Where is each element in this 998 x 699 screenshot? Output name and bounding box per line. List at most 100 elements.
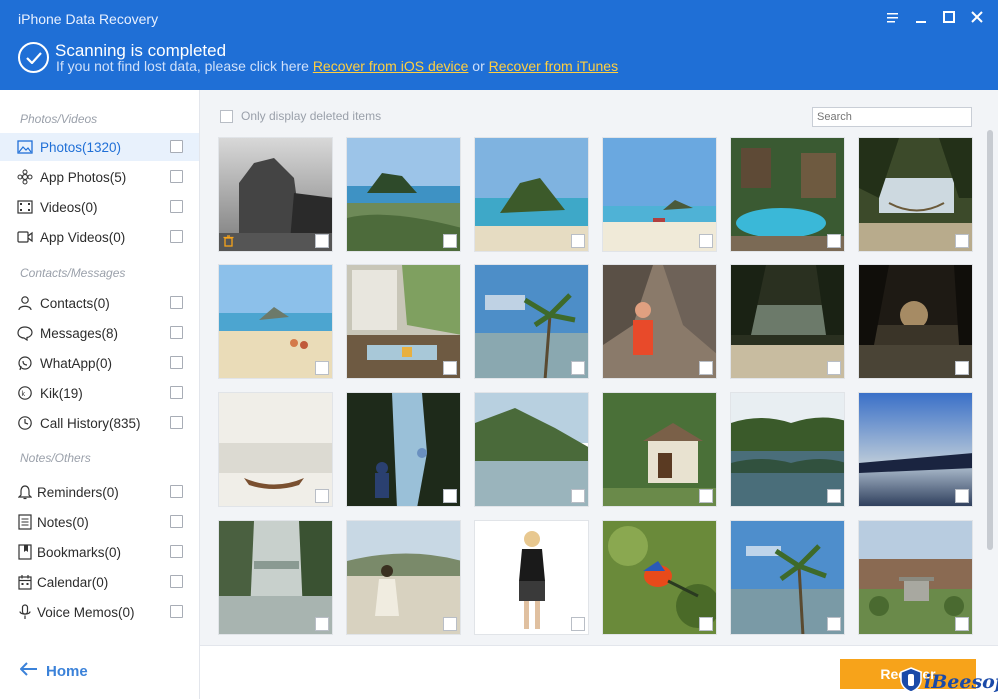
select-checkbox[interactable] [170, 140, 183, 153]
sidebar-item-voice-memos[interactable]: Voice Memos(0) [0, 598, 199, 626]
photo-checkbox[interactable] [315, 489, 329, 503]
sidebar-item-notes[interactable]: Notes(0) [0, 508, 199, 536]
select-checkbox[interactable] [170, 416, 183, 429]
photo-thumbnail[interactable] [602, 137, 717, 252]
close-icon[interactable] [968, 8, 986, 26]
select-checkbox[interactable] [170, 545, 183, 558]
sidebar-item-label: Videos(0) [40, 199, 98, 215]
person-icon [17, 295, 33, 311]
sidebar-item-app-videos[interactable]: App Videos(0) [0, 223, 199, 251]
photo-checkbox[interactable] [955, 234, 969, 248]
sidebar-item-label: Voice Memos(0) [37, 604, 135, 620]
photo-checkbox[interactable] [827, 617, 841, 631]
sidebar-item-label: App Photos(5) [40, 169, 127, 185]
photo-thumbnail[interactable] [218, 264, 333, 379]
photo-checkbox[interactable] [315, 617, 329, 631]
photo-checkbox[interactable] [955, 361, 969, 375]
sidebar-item-calendar[interactable]: Calendar(0) [0, 568, 199, 596]
sidebar-item-videos[interactable]: Videos(0) [0, 193, 199, 221]
photo-checkbox[interactable] [699, 489, 713, 503]
photo-checkbox[interactable] [443, 617, 457, 631]
sidebar-item-app-photos[interactable]: App Photos(5) [0, 163, 199, 191]
only-deleted-filter[interactable]: Only display deleted items [220, 109, 381, 123]
photo-checkbox[interactable] [699, 617, 713, 631]
photo-thumbnail[interactable] [602, 392, 717, 507]
photo-checkbox[interactable] [571, 234, 585, 248]
minimize-icon[interactable] [912, 8, 930, 26]
select-checkbox[interactable] [170, 296, 183, 309]
photo-thumbnail[interactable] [858, 264, 973, 379]
photo-checkbox[interactable] [955, 489, 969, 503]
sidebar-item-contacts[interactable]: Contacts(0) [0, 289, 199, 317]
photo-checkbox[interactable] [699, 361, 713, 375]
photo-thumbnail[interactable] [346, 392, 461, 507]
sidebar: Photos/Videos Photos(1320) App Photos(5)… [0, 90, 200, 699]
sidebar-item-label: WhatApp(0) [40, 355, 113, 371]
photo-thumbnail[interactable] [346, 137, 461, 252]
only-deleted-checkbox[interactable] [220, 109, 233, 123]
photo-thumbnail[interactable] [474, 264, 589, 379]
sidebar-item-label: Messages(8) [40, 325, 119, 341]
select-checkbox[interactable] [170, 326, 183, 339]
photo-checkbox[interactable] [699, 234, 713, 248]
sidebar-item-reminders[interactable]: Reminders(0) [0, 478, 199, 506]
photo-thumbnail[interactable] [858, 137, 973, 252]
photo-thumbnail[interactable] [730, 264, 845, 379]
select-checkbox[interactable] [170, 605, 183, 618]
check-circle-icon [18, 42, 49, 73]
vertical-scrollbar[interactable] [987, 130, 993, 550]
select-checkbox[interactable] [170, 170, 183, 183]
photo-thumbnail[interactable] [218, 392, 333, 507]
sidebar-item-photos[interactable]: Photos(1320) [0, 133, 199, 161]
photo-checkbox[interactable] [827, 234, 841, 248]
select-checkbox[interactable] [170, 386, 183, 399]
shield-icon [900, 667, 922, 696]
maximize-icon[interactable] [940, 8, 958, 26]
photo-checkbox[interactable] [315, 234, 329, 248]
photo-checkbox[interactable] [315, 361, 329, 375]
photo-checkbox[interactable] [827, 361, 841, 375]
search-input[interactable] [812, 107, 972, 127]
flower-icon [17, 169, 33, 185]
home-button[interactable]: Home [19, 662, 88, 680]
photo-thumbnail[interactable] [858, 520, 973, 635]
menu-icon[interactable] [884, 8, 902, 26]
select-checkbox[interactable] [170, 575, 183, 588]
photo-checkbox[interactable] [571, 617, 585, 631]
photo-thumbnail[interactable] [346, 264, 461, 379]
select-checkbox[interactable] [170, 356, 183, 369]
photo-thumbnail[interactable] [730, 520, 845, 635]
photo-thumbnail[interactable] [474, 137, 589, 252]
photo-checkbox[interactable] [443, 489, 457, 503]
photo-thumbnail[interactable] [218, 137, 333, 252]
sidebar-item-call-history[interactable]: Call History(835) [0, 409, 199, 437]
photo-checkbox[interactable] [827, 489, 841, 503]
sidebar-item-bookmarks[interactable]: Bookmarks(0) [0, 538, 199, 566]
select-checkbox[interactable] [170, 485, 183, 498]
only-deleted-label: Only display deleted items [241, 109, 382, 123]
photo-checkbox[interactable] [571, 489, 585, 503]
photo-thumbnail[interactable] [218, 520, 333, 635]
sidebar-item-label: Kik(19) [40, 385, 83, 401]
photo-checkbox[interactable] [955, 617, 969, 631]
photo-thumbnail[interactable] [730, 392, 845, 507]
photo-thumbnail[interactable] [602, 264, 717, 379]
photo-thumbnail[interactable] [474, 520, 589, 635]
photo-thumbnail[interactable] [730, 137, 845, 252]
photo-thumbnail[interactable] [346, 520, 461, 635]
select-checkbox[interactable] [170, 515, 183, 528]
recover-from-ios-link[interactable]: Recover from iOS device [313, 58, 469, 74]
sidebar-item-label: Calendar(0) [37, 574, 109, 590]
sidebar-item-whatsapp[interactable]: WhatApp(0) [0, 349, 199, 377]
photo-thumbnail[interactable] [602, 520, 717, 635]
photo-thumbnail[interactable] [858, 392, 973, 507]
photo-checkbox[interactable] [443, 234, 457, 248]
photo-checkbox[interactable] [443, 361, 457, 375]
photo-checkbox[interactable] [571, 361, 585, 375]
select-checkbox[interactable] [170, 230, 183, 243]
select-checkbox[interactable] [170, 200, 183, 213]
sidebar-item-kik[interactable]: k Kik(19) [0, 379, 199, 407]
recover-from-itunes-link[interactable]: Recover from iTunes [489, 58, 618, 74]
photo-thumbnail[interactable] [474, 392, 589, 507]
sidebar-item-messages[interactable]: Messages(8) [0, 319, 199, 347]
